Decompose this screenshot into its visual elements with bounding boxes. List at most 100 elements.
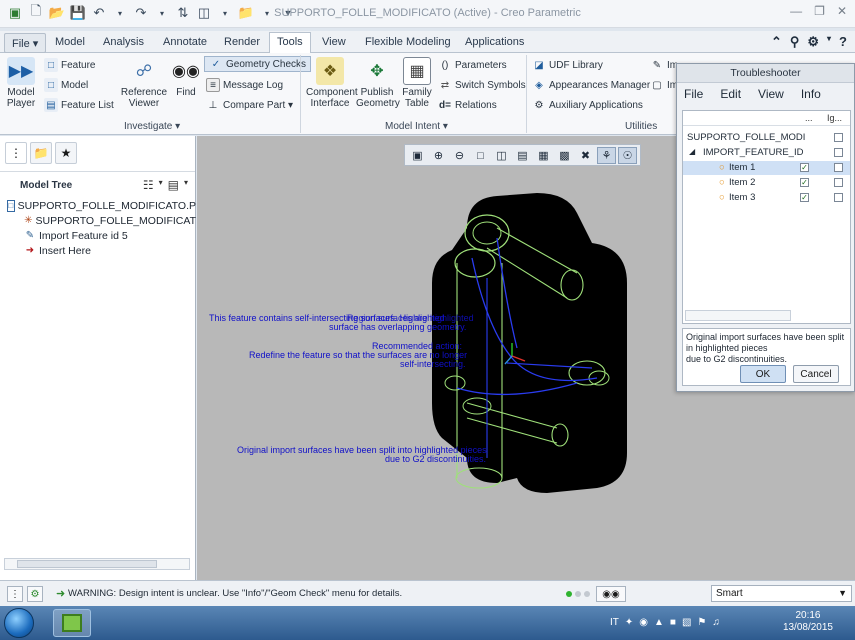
column-ignore[interactable]: Ig... bbox=[827, 113, 842, 123]
tree-row-item-2[interactable]: ○ Item 2 ✓ bbox=[683, 176, 850, 190]
check-checkbox[interactable]: ✓ bbox=[800, 178, 809, 187]
ok-button[interactable]: OK bbox=[740, 365, 786, 383]
settings-icon[interactable]: ⚙ bbox=[807, 34, 819, 50]
switch-symbols-button[interactable]: ⇄ Switch Symbols bbox=[438, 77, 526, 93]
ignore-checkbox[interactable] bbox=[834, 163, 843, 172]
appearances-manager-button[interactable]: ◈ Appearances Manager bbox=[532, 77, 650, 93]
tray-shield-icon[interactable]: ▲ bbox=[654, 617, 664, 628]
publish-geometry-button[interactable]: ✥ Publish Geometry bbox=[356, 57, 400, 109]
component-interface-button[interactable]: ❖ Component Interface bbox=[306, 57, 358, 109]
creo-taskbar-button[interactable] bbox=[53, 609, 91, 637]
compare-part-button[interactable]: ⊥ Compare Part ▾ bbox=[206, 97, 293, 113]
refit-icon[interactable]: ▣ bbox=[408, 147, 427, 164]
selection-filter-select[interactable]: Smart ▼ bbox=[711, 585, 852, 602]
reference-viewer-button[interactable]: ☍ Reference Viewer bbox=[120, 57, 168, 109]
tab-applications[interactable]: Applications bbox=[458, 33, 531, 53]
search-icon[interactable]: ⚲ bbox=[790, 34, 800, 50]
image-button[interactable]: ▢ Im bbox=[650, 77, 678, 93]
model-player-button[interactable]: ▶▶ Model Player bbox=[4, 57, 38, 109]
tree-row-item-3[interactable]: ○ Item 3 ✓ bbox=[683, 191, 850, 205]
image-editor-button[interactable]: ✎ Im bbox=[650, 57, 678, 73]
zoom-out-icon[interactable]: ⊖ bbox=[450, 147, 469, 164]
saved-orientations-icon[interactable]: ▤ bbox=[513, 147, 532, 164]
troubleshooter-horizontal-scrollbar[interactable] bbox=[685, 310, 791, 321]
folder-browser-tab-icon[interactable]: 📁 bbox=[30, 142, 52, 164]
repaint-icon[interactable]: □ bbox=[471, 147, 490, 164]
tray-app-icon[interactable]: ◉ bbox=[639, 617, 648, 628]
find-button[interactable]: ◉◉ Find bbox=[172, 57, 200, 98]
auxiliary-applications-button[interactable]: ⚙ Auxiliary Applications bbox=[532, 97, 643, 113]
restore-icon[interactable]: ❐ bbox=[814, 4, 825, 18]
tree-row-root[interactable]: SUPPORTO_FOLLE_MODI bbox=[683, 131, 850, 145]
tab-model[interactable]: Model bbox=[48, 33, 92, 53]
tray-network-icon[interactable]: ▧ bbox=[682, 617, 691, 628]
display-style-icon[interactable]: ◫ bbox=[492, 147, 511, 164]
feature-button[interactable]: □ Feature bbox=[44, 57, 95, 73]
minimize-icon[interactable]: — bbox=[790, 4, 802, 18]
settings-dropdown-icon[interactable]: ▾ bbox=[827, 34, 831, 50]
find-binoculars-icon[interactable]: ◉◉ bbox=[596, 586, 626, 602]
tray-volume-icon[interactable]: ♫ bbox=[712, 617, 720, 628]
collapse-icon[interactable]: ◢ bbox=[689, 147, 695, 156]
tab-render[interactable]: Render bbox=[217, 33, 267, 53]
ignore-checkbox[interactable] bbox=[834, 133, 843, 142]
parameters-button[interactable]: () Parameters bbox=[438, 57, 507, 73]
tab-analysis[interactable]: Analysis bbox=[96, 33, 151, 53]
tab-tools[interactable]: Tools bbox=[269, 32, 311, 54]
family-table-button[interactable]: ▦ Family Table bbox=[400, 57, 434, 109]
tree-settings-icon[interactable]: ☷ bbox=[143, 178, 154, 192]
tree-item-csys[interactable]: ✳ SUPPORTO_FOLLE_MODIFICAT bbox=[0, 213, 196, 228]
group-investigate[interactable]: Investigate ▾ bbox=[124, 121, 180, 132]
tray-update-icon[interactable]: ■ bbox=[670, 617, 676, 628]
menu-edit[interactable]: Edit bbox=[720, 87, 741, 101]
tree-item-part[interactable]: □ SUPPORTO_FOLLE_MODIFICATO.P bbox=[0, 198, 196, 213]
tree-item-import-feature[interactable]: ✎ Import Feature id 5 bbox=[0, 228, 196, 243]
tree-row-import-feature[interactable]: ◢ IMPORT_FEATURE_ID bbox=[683, 146, 850, 160]
favorites-tab-icon[interactable]: ★ bbox=[55, 142, 77, 164]
relations-button[interactable]: d= Relations bbox=[438, 97, 497, 113]
tree-row-item-1[interactable]: ○ Item 1 ✓ bbox=[683, 161, 850, 175]
navigator-toggle-icon[interactable]: ⋮ bbox=[7, 586, 23, 602]
annotation-display-icon[interactable]: ⚘ bbox=[597, 147, 616, 164]
view-manager-icon[interactable]: ▦ bbox=[534, 147, 553, 164]
column-dots[interactable]: ... bbox=[805, 113, 813, 123]
scrollbar-thumb[interactable] bbox=[17, 560, 157, 568]
ignore-checkbox[interactable] bbox=[834, 178, 843, 187]
tab-view[interactable]: View bbox=[315, 33, 353, 53]
tree-settings-dropdown-icon[interactable]: ▾ bbox=[159, 178, 163, 192]
tree-columns-icon[interactable]: ▤ bbox=[168, 178, 179, 192]
ignore-checkbox[interactable] bbox=[834, 193, 843, 202]
help-icon[interactable]: ? bbox=[839, 34, 847, 50]
tray-tool-icon[interactable]: ✦ bbox=[625, 617, 633, 628]
close-icon[interactable]: ✕ bbox=[837, 4, 847, 18]
tab-annotate[interactable]: Annotate bbox=[156, 33, 214, 53]
feature-list-button[interactable]: ▤ Feature List bbox=[44, 97, 114, 113]
tree-horizontal-scrollbar[interactable] bbox=[4, 558, 190, 570]
menu-view[interactable]: View bbox=[758, 87, 784, 101]
language-indicator[interactable]: IT bbox=[610, 617, 619, 628]
browser-toggle-icon[interactable]: ⚙ bbox=[27, 586, 43, 602]
udf-library-button[interactable]: ◪ UDF Library bbox=[532, 57, 603, 73]
group-model-intent[interactable]: Model Intent ▾ bbox=[385, 121, 448, 132]
tree-columns-dropdown-icon[interactable]: ▾ bbox=[184, 178, 188, 192]
tab-file[interactable]: File ▾ bbox=[4, 33, 47, 53]
check-checkbox[interactable]: ✓ bbox=[800, 193, 809, 202]
system-clock[interactable]: 20:16 13/08/2015 bbox=[783, 610, 833, 634]
spin-center-icon[interactable]: ☉ bbox=[618, 147, 637, 164]
perspective-icon[interactable]: ▩ bbox=[555, 147, 574, 164]
message-log-button[interactable]: ≡ Message Log bbox=[206, 77, 283, 93]
datum-display-icon[interactable]: ✖ bbox=[576, 147, 595, 164]
tray-flag-icon[interactable]: ⚑ bbox=[697, 617, 706, 628]
minimize-ribbon-icon[interactable]: ⌃ bbox=[771, 34, 782, 50]
cancel-button[interactable]: Cancel bbox=[793, 365, 839, 383]
start-button-icon[interactable] bbox=[4, 608, 34, 638]
geometry-checks-button[interactable]: ✓ Geometry Checks bbox=[204, 56, 312, 72]
model-info-button[interactable]: □ Model bbox=[44, 77, 88, 93]
ignore-checkbox[interactable] bbox=[834, 148, 843, 157]
model-tree-tab-icon[interactable]: ⋮ bbox=[5, 142, 27, 164]
tab-flexible-modeling[interactable]: Flexible Modeling bbox=[358, 33, 458, 53]
menu-file[interactable]: File bbox=[684, 87, 703, 101]
tree-item-insert-here[interactable]: ➜ Insert Here bbox=[0, 243, 196, 258]
menu-info[interactable]: Info bbox=[801, 87, 821, 101]
zoom-in-icon[interactable]: ⊕ bbox=[429, 147, 448, 164]
